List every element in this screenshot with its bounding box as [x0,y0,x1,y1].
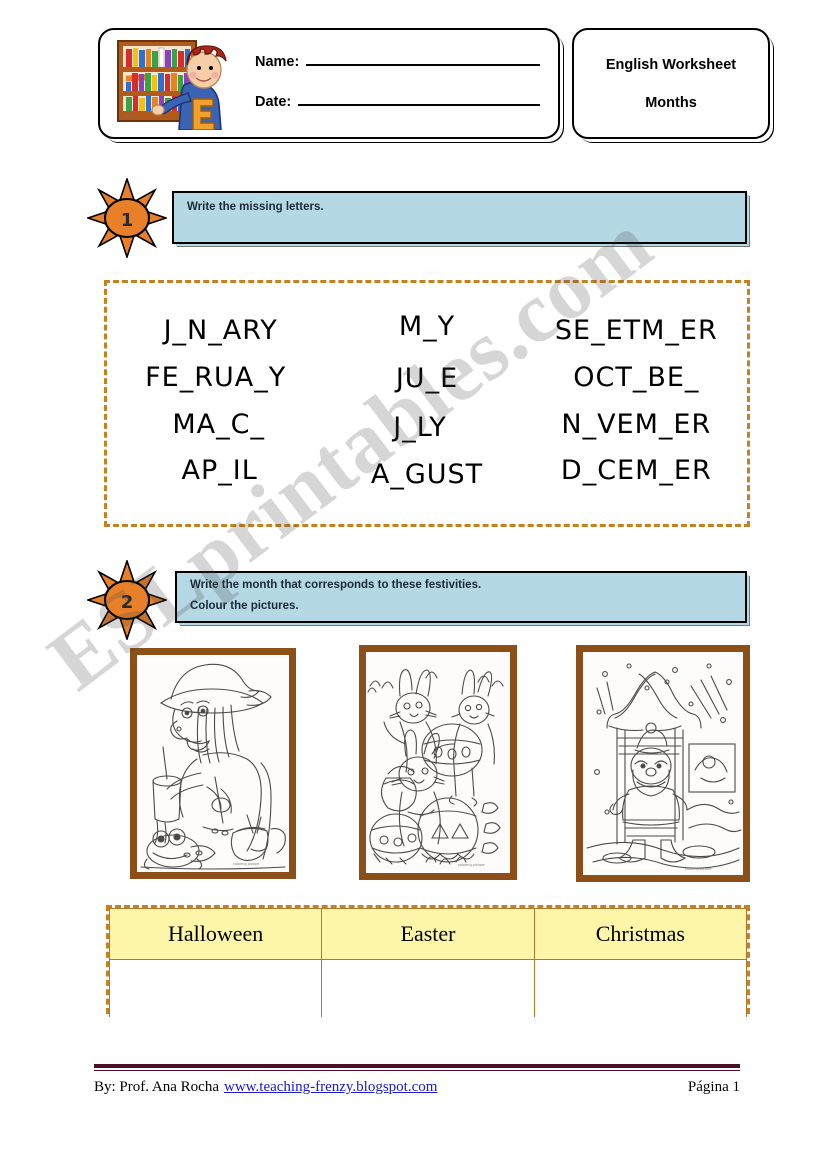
worksheet-title: English Worksheet [605,56,737,73]
task-1-instruction-line-1: Write the missing letters. [187,201,324,213]
name-date-fields: Name: Date: [255,52,540,132]
sun-badge-number-2: 2 [121,592,134,613]
month-item[interactable]: MA_C_ [172,410,265,439]
svg-text:coloring picture: coloring picture [233,862,260,866]
task-2-instruction-box: Write the month that corresponds to thes… [175,571,747,623]
name-field-row[interactable]: Name: [255,52,540,70]
month-item[interactable]: FE_RUA_Y [145,363,286,392]
picture-halloween-witch[interactable]: coloring picture [130,648,296,879]
picture-easter-bunnies[interactable]: coloring picture [359,645,517,880]
month-item[interactable]: J_N_ARY [164,317,278,346]
sun-badge-1: 1 [85,176,169,260]
sun-badge-2: 2 [85,558,169,642]
worksheet-header: clipart Name: Date: English Worksheet Mo… [98,28,774,141]
month-item[interactable]: JU_E [396,364,458,393]
table-header-row: Halloween Easter Christmas [108,908,748,960]
months-column-1: J_N_ARY FE_RUA_Y MA_C_ AP_IL [113,308,322,494]
svg-text:coloring picture: coloring picture [458,863,485,867]
easter-bunnies-and-eggs-icon: coloring picture [367,669,504,867]
table-row [108,959,748,1017]
task-1-instruction-box: Write the missing letters. [172,191,747,244]
months-column-3: SE_ETM_ER OCT_BE_ N_VEM_ER D_CEM_ER [532,308,741,494]
answer-cell[interactable] [533,959,748,1017]
footer-rule [94,1064,740,1068]
name-label: Name: [255,54,300,70]
festivity-answer-table: Halloween Easter Christmas [108,908,748,1017]
svg-text:coloring picture: coloring picture [685,867,712,871]
task-2-instruction-line-1: Write the month that corresponds to thes… [190,579,482,591]
month-item[interactable]: SE_ETM_ER [555,317,718,346]
worksheet-title-box: English Worksheet Months [572,28,770,139]
answer-cell[interactable] [108,959,323,1017]
worksheet-subject: Months [645,94,697,111]
table-header-cell: Halloween [108,908,323,960]
month-item[interactable]: J_LY [393,413,446,442]
sun-badge-number-1: 1 [121,210,134,231]
footer-text-row: By: Prof. Ana Rocha www.teaching-frenzy.… [94,1079,740,1096]
month-item[interactable]: N_VEM_ER [561,410,711,439]
month-item[interactable]: D_CEM_ER [561,456,712,485]
month-item[interactable]: A_GUST [371,460,483,489]
date-label: Date: [255,94,292,110]
picture-christmas-santa[interactable]: coloring picture [576,645,750,882]
name-date-box: clipart Name: Date: [98,28,560,139]
footer-rule-thin [94,1070,740,1071]
footer-page-number: Página 1 [687,1079,740,1095]
table-header-cell: Christmas [533,908,748,960]
months-exercise-panel: J_N_ARY FE_RUA_Y MA_C_ AP_IL M_Y JU_E J_… [104,280,750,527]
santa-claus-in-snow-icon: coloring picture [586,663,742,871]
svg-text:clipart: clipart [124,114,134,118]
date-field-row[interactable]: Date: [255,92,540,110]
name-write-line[interactable] [306,52,540,66]
page-footer: By: Prof. Ana Rocha www.teaching-frenzy.… [94,1064,740,1096]
footer-author: By: Prof. Ana Rocha [94,1079,219,1095]
footer-blog-link[interactable]: www.teaching-frenzy.blogspot.com [224,1079,437,1096]
festivity-answer-panel: Halloween Easter Christmas [106,905,750,1017]
month-item[interactable]: M_Y [399,312,455,341]
boy-at-bookshelf-icon: clipart [114,37,242,131]
task-2-instruction-line-2: Colour the pictures. [190,600,299,612]
date-write-line[interactable] [298,92,540,106]
months-column-2: M_Y JU_E J_LY A_GUST [322,308,531,494]
month-item[interactable]: OCT_BE_ [573,363,699,392]
witch-cooking-potion-icon: coloring picture [140,663,286,870]
table-header-cell: Easter [321,908,535,960]
month-item[interactable]: AP_IL [182,456,258,485]
answer-cell[interactable] [321,959,535,1017]
